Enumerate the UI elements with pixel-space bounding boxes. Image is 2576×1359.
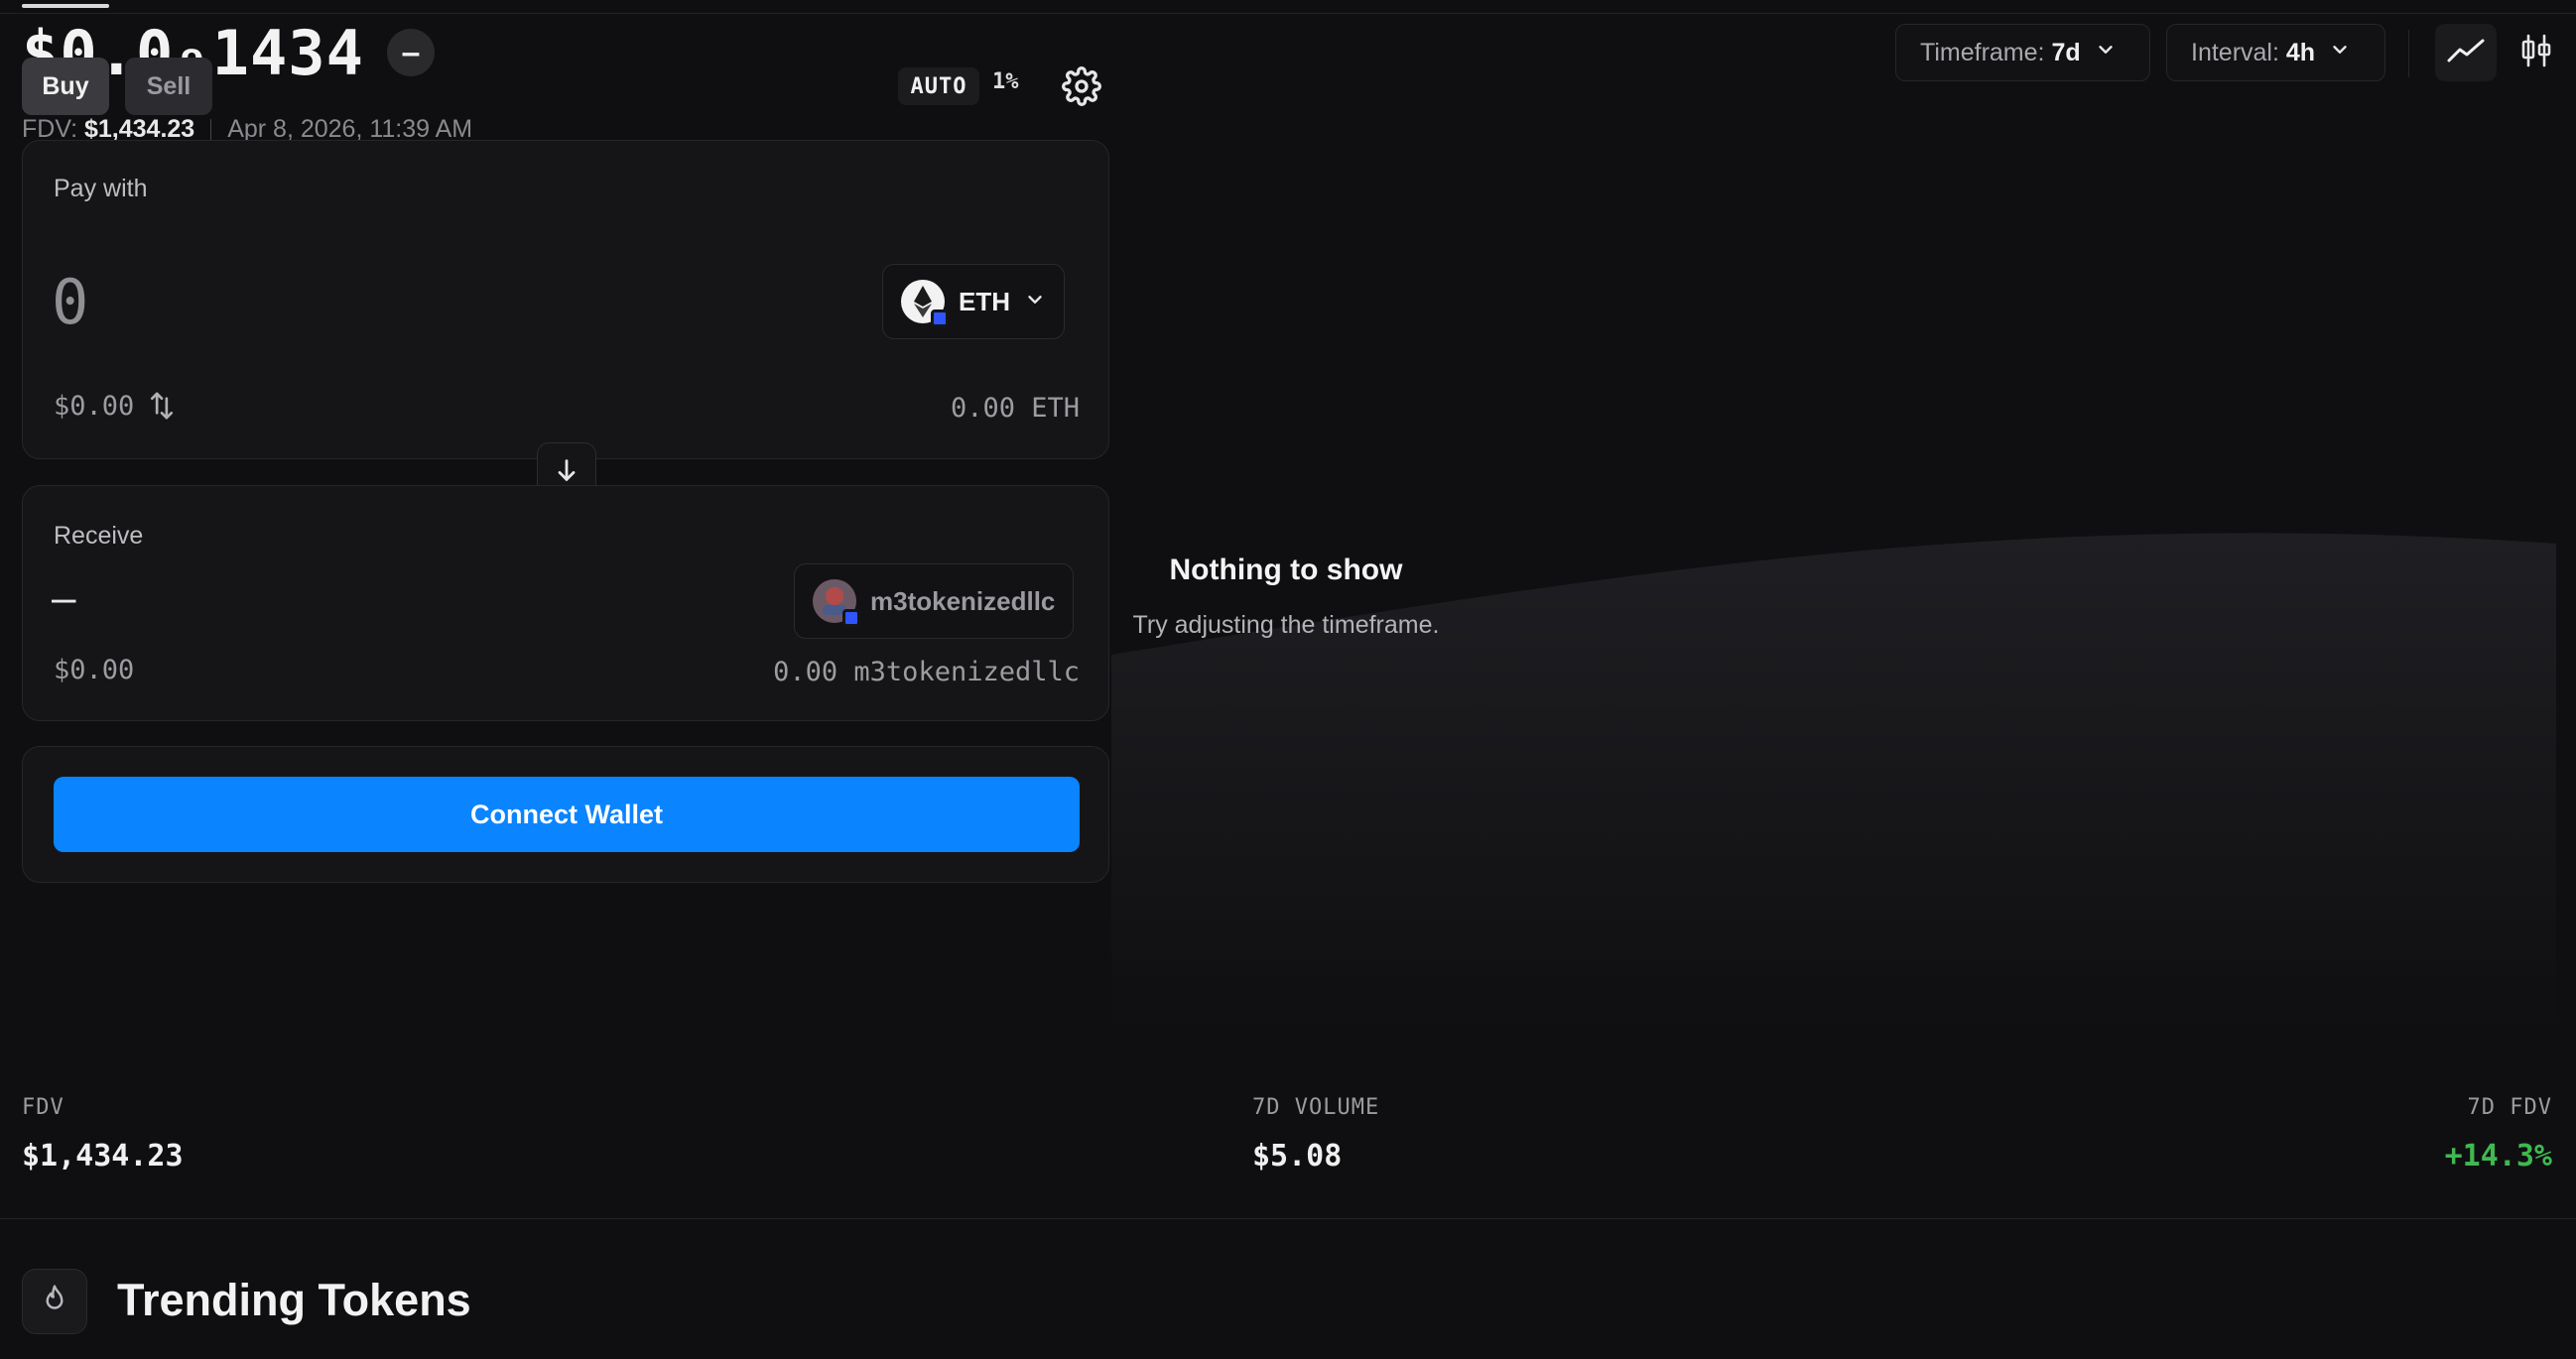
price-change-badge: – <box>387 29 435 76</box>
chevron-down-icon <box>2329 39 2351 67</box>
interval-label: Interval: 4h <box>2191 39 2315 67</box>
empty-chart-placeholder <box>1111 533 2556 1032</box>
receive-label: Receive <box>54 522 144 550</box>
empty-state-subtitle: Try adjusting the timeframe. <box>1132 611 1440 639</box>
empty-state-title: Nothing to show <box>1169 554 1403 586</box>
slippage-value[interactable]: 1% <box>992 69 1019 94</box>
stat-fdv-change-value: +14.3% <box>2444 1139 2552 1174</box>
timeframe-value: 7d <box>2051 38 2081 66</box>
interval-dropdown[interactable]: Interval: 4h <box>2166 24 2385 81</box>
line-chart-toggle[interactable] <box>2435 24 2497 81</box>
chevron-down-icon <box>1024 287 1046 317</box>
receive-usd-value: $0.00 <box>54 655 135 685</box>
section-divider <box>0 1218 2576 1219</box>
arrow-down-icon <box>553 456 580 489</box>
timeframe-label: Timeframe: 7d <box>1920 39 2081 67</box>
buy-tab[interactable]: Buy <box>22 58 109 115</box>
candlestick-toggle[interactable] <box>2507 24 2566 81</box>
sell-tab[interactable]: Sell <box>125 58 212 115</box>
interval-label-text: Interval: <box>2191 38 2279 66</box>
timeframe-dropdown[interactable]: Timeframe: 7d <box>1895 24 2150 81</box>
stat-fdv-label: FDV <box>22 1095 64 1120</box>
active-tab-indicator <box>22 4 109 8</box>
stat-fdv-value: $1,434.23 <box>22 1139 184 1174</box>
pay-token-selector[interactable]: ETH <box>882 264 1065 339</box>
pay-balance: 0.00 ETH <box>950 393 1080 424</box>
stat-fdv-change-label: 7D FDV <box>2467 1095 2552 1120</box>
connect-wallet-button[interactable]: Connect Wallet <box>54 777 1080 852</box>
pay-token-symbol: ETH <box>959 286 1010 316</box>
fdv-summary-value: $1,434.23 <box>83 115 195 143</box>
swap-vertical-icon[interactable] <box>147 389 177 428</box>
timeframe-label-text: Timeframe: <box>1920 38 2045 66</box>
receive-amount: – <box>52 573 76 622</box>
fdv-summary-label: FDV: <box>22 115 78 143</box>
trending-icon-box <box>22 1269 87 1334</box>
pay-amount-input[interactable]: 0 <box>52 266 88 338</box>
interval-value: 4h <box>2285 38 2316 66</box>
receive-balance: 0.00 m3tokenizedllc <box>773 657 1080 687</box>
fdv-separator <box>210 119 212 142</box>
line-chart-icon <box>2446 36 2486 70</box>
price-timestamp: Apr 8, 2026, 11:39 AM <box>227 115 473 143</box>
stat-volume-label: 7D VOLUME <box>1252 1095 1380 1120</box>
slippage-auto-pill[interactable]: AUTO <box>898 67 979 105</box>
receive-token-selector[interactable]: m3tokenizedllc <box>794 563 1075 639</box>
eth-token-icon <box>901 280 949 327</box>
token-avatar-icon <box>813 579 860 627</box>
flame-icon <box>40 1283 69 1321</box>
pay-usd-value: $0.00 <box>54 391 135 422</box>
network-badge <box>842 609 860 627</box>
chevron-down-icon <box>2095 39 2117 67</box>
trending-tokens-title: Trending Tokens <box>117 1275 471 1325</box>
gear-icon[interactable] <box>1062 66 1101 106</box>
candlestick-icon <box>2519 33 2553 73</box>
stat-volume-value: $5.08 <box>1252 1139 1343 1174</box>
controls-divider <box>2408 30 2409 77</box>
top-divider <box>0 13 2576 14</box>
pay-label: Pay with <box>54 175 148 202</box>
network-badge <box>931 309 949 327</box>
receive-token-symbol: m3tokenizedllc <box>870 585 1056 616</box>
